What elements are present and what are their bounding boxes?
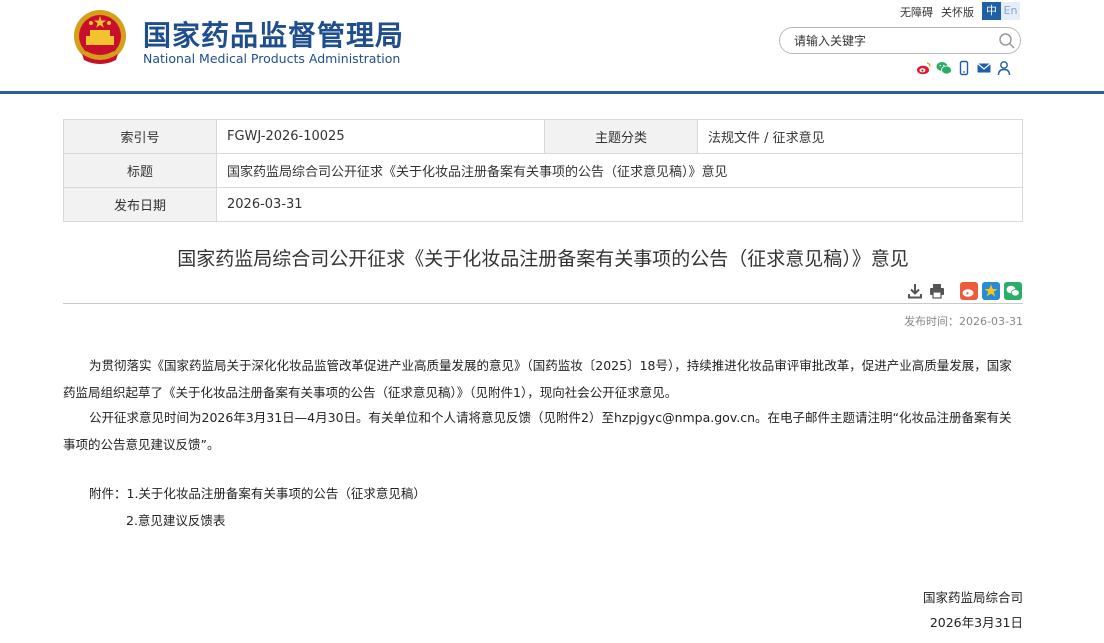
header-divider xyxy=(0,91,1104,94)
index-value: FGWJ-2026-10025 xyxy=(216,119,545,154)
publish-time: 发布时间：2026-03-31 xyxy=(904,315,1023,328)
lang-en-button[interactable]: En xyxy=(1001,2,1020,20)
national-emblem-icon[interactable] xyxy=(72,8,128,68)
site-header: 国家药品监督管理局 National Medical Products Admi… xyxy=(0,0,1104,92)
mobile-icon[interactable] xyxy=(956,60,972,76)
title-value: 国家药监局综合司公开征求《关于化妆品注册备案有关事项的公告（征求意见稿）》意见 xyxy=(216,153,1023,188)
search-box xyxy=(779,27,1021,54)
weibo-share-icon[interactable] xyxy=(960,282,978,300)
header-share-icons xyxy=(916,60,1012,76)
table-row: 索引号 FGWJ-2026-10025 主题分类 法规文件 / 征求意见 xyxy=(63,119,1023,154)
mail-icon[interactable] xyxy=(976,60,992,76)
print-icon[interactable] xyxy=(928,282,946,300)
date-value: 2026-03-31 xyxy=(216,187,1023,222)
lang-zh-button[interactable]: 中 xyxy=(982,2,1001,20)
category-value: 法规文件 / 征求意见 xyxy=(697,119,1023,154)
elderly-mode-link[interactable]: 关怀版 xyxy=(941,6,974,19)
attachment-link-1[interactable]: 附件：1.关于化妆品注册备案有关事项的公告（征求意见稿） xyxy=(89,483,426,502)
category-label: 主题分类 xyxy=(544,119,698,154)
site-title-en[interactable]: National Medical Products Administration xyxy=(143,51,400,66)
qzone-share-icon[interactable] xyxy=(982,282,1000,300)
article-paragraph-1: 为贯彻落实《国家药监局关于深化化妆品监管改革促进产业高质量发展的意见》（国药监妆… xyxy=(63,358,1012,400)
accessibility-links: 无障碍 关怀版 xyxy=(900,4,982,20)
date-label: 发布日期 xyxy=(63,187,217,222)
signature-org: 国家药监局综合司 xyxy=(922,590,1023,605)
weibo-icon[interactable] xyxy=(916,60,932,76)
signature-date: 2026年3月31日 xyxy=(929,615,1023,630)
accessibility-link[interactable]: 无障碍 xyxy=(900,6,933,19)
title-divider xyxy=(63,303,1023,304)
article-tools xyxy=(902,282,1022,300)
title-label: 标题 xyxy=(63,153,217,188)
table-row: 发布日期 2026-03-31 xyxy=(63,187,1023,222)
language-switch: 中 En xyxy=(982,2,1020,20)
document-info-table: 索引号 FGWJ-2026-10025 主题分类 法规文件 / 征求意见 标题 … xyxy=(63,119,1023,222)
article-title: 国家药监局综合司公开征求《关于化妆品注册备案有关事项的公告（征求意见稿）》意见 xyxy=(177,248,909,270)
site-title[interactable]: 国家药品监督管理局 xyxy=(143,14,404,54)
user-icon[interactable] xyxy=(996,60,1012,76)
download-icon[interactable] xyxy=(906,282,924,300)
wechat-share-icon[interactable] xyxy=(1004,282,1022,300)
table-row: 标题 国家药监局综合司公开征求《关于化妆品注册备案有关事项的公告（征求意见稿）》… xyxy=(63,153,1023,188)
search-input[interactable] xyxy=(794,32,989,50)
article-paragraph-2: 公开征求意见时间为2026年3月31日—4月30日。有关单位和个人请将意见反馈（… xyxy=(63,410,1012,452)
wechat-icon[interactable] xyxy=(936,60,952,76)
search-icon[interactable] xyxy=(998,32,1016,50)
attachment-link-2[interactable]: 2.意见建议反馈表 xyxy=(126,510,225,529)
index-label: 索引号 xyxy=(63,119,217,154)
